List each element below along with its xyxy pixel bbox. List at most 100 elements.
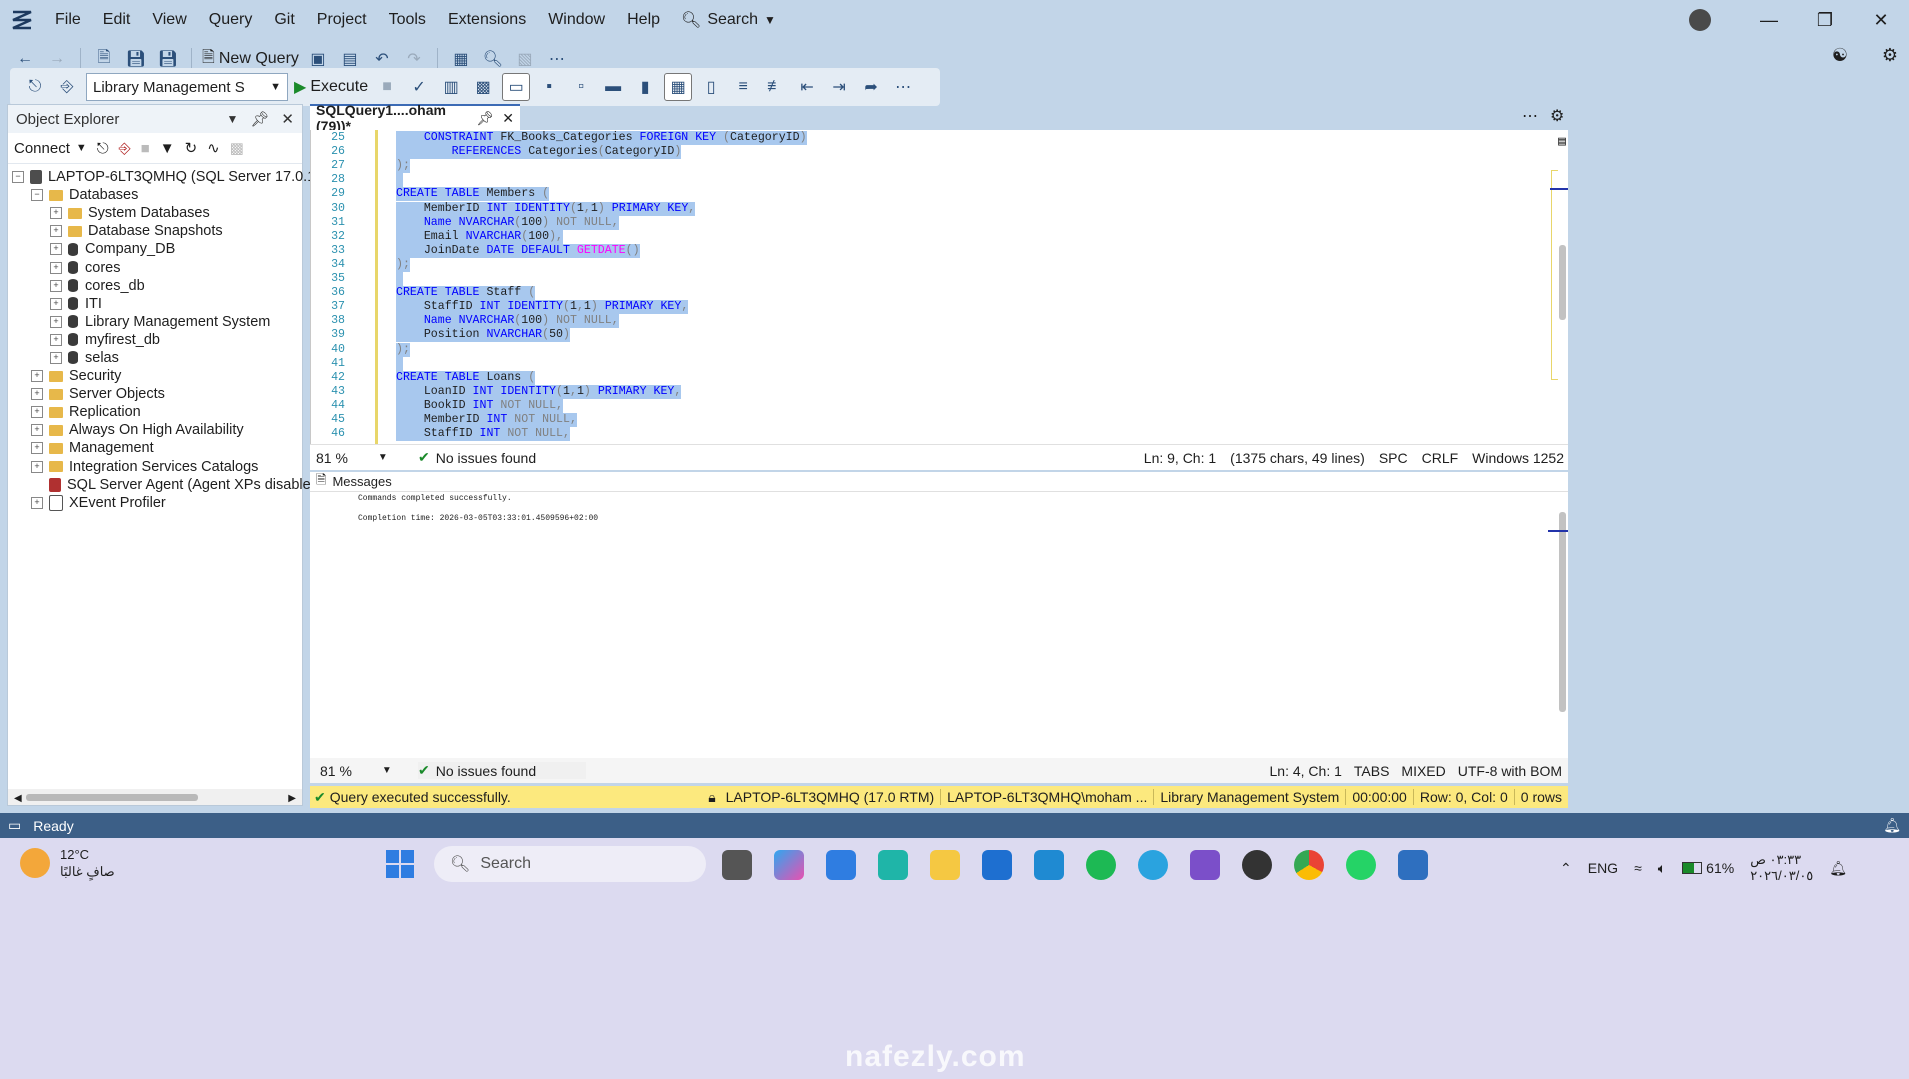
tree-node-company-db[interactable]: + Company_DB bbox=[12, 240, 302, 258]
live-stats-icon[interactable]: ▫ bbox=[568, 74, 594, 100]
visual-studio-icon[interactable] bbox=[1190, 850, 1220, 880]
tree-server-node[interactable]: − LAPTOP-6LT3QMHQ (SQL Server 17.0.1050.… bbox=[12, 168, 382, 186]
whatsapp-icon[interactable] bbox=[1346, 850, 1376, 880]
encoding-indicator[interactable]: UTF-8 with BOM bbox=[1458, 763, 1562, 779]
increase-indent-icon[interactable]: ⇥ bbox=[826, 74, 852, 100]
windows-start-icon[interactable] bbox=[386, 850, 414, 878]
zoom-dropdown[interactable]: 81 % ▼ bbox=[310, 450, 396, 466]
expand-icon[interactable]: + bbox=[50, 297, 62, 310]
menu-extensions[interactable]: Extensions bbox=[437, 0, 537, 40]
estimated-plan-icon[interactable]: ▥ bbox=[438, 74, 464, 100]
menu-project[interactable]: Project bbox=[306, 0, 378, 40]
split-icon[interactable]: ▤ bbox=[1558, 134, 1566, 149]
parse-checkmark-icon[interactable]: ✓ bbox=[406, 74, 432, 100]
notification-bell-icon[interactable]: 🔔︎ bbox=[1883, 817, 1901, 834]
uncomment-icon[interactable]: ≢ bbox=[762, 74, 788, 100]
issues-indicator[interactable]: ✔ No issues found bbox=[418, 449, 536, 466]
expand-icon[interactable]: + bbox=[31, 388, 43, 401]
comment-icon[interactable]: ≡ bbox=[730, 74, 756, 100]
restore-button[interactable]: ❐ bbox=[1797, 0, 1853, 40]
chevron-up-icon[interactable]: ⌃ bbox=[1560, 860, 1572, 877]
execute-button[interactable]: ▶ Execute bbox=[294, 77, 368, 97]
expand-icon[interactable]: + bbox=[50, 243, 62, 256]
battery-icon[interactable]: 61% bbox=[1682, 860, 1734, 876]
results-to-file-icon[interactable]: ▯ bbox=[698, 74, 724, 100]
menu-window[interactable]: Window bbox=[537, 0, 616, 40]
connect-plug-icon[interactable]: ⎋ bbox=[97, 140, 109, 157]
spacing-indicator[interactable]: SPC bbox=[1379, 450, 1408, 466]
disconnect-icon[interactable]: ⎆ bbox=[119, 140, 131, 157]
menu-tools[interactable]: Tools bbox=[378, 0, 437, 40]
collapse-icon[interactable]: − bbox=[31, 189, 43, 202]
telegram-icon[interactable] bbox=[1138, 850, 1168, 880]
filter-icon[interactable]: ▼ bbox=[160, 140, 175, 157]
query-options-icon[interactable]: ▩ bbox=[470, 74, 496, 100]
messages-pane[interactable]: Commands completed successfully. Completi… bbox=[310, 492, 1568, 760]
notification-icon[interactable]: 🔔︎ bbox=[1829, 860, 1847, 877]
results-to-text-icon[interactable]: ▮ bbox=[632, 74, 658, 100]
line-ending-indicator[interactable]: CRLF bbox=[1422, 450, 1459, 466]
minimize-button[interactable]: — bbox=[1741, 0, 1797, 40]
tree-node-selas[interactable]: + selas bbox=[12, 349, 302, 367]
menu-query[interactable]: Query bbox=[198, 0, 264, 40]
expand-icon[interactable]: + bbox=[50, 279, 62, 292]
vertical-scrollbar-thumb[interactable] bbox=[1559, 512, 1566, 712]
horizontal-scrollbar[interactable]: ◀ ▶ bbox=[8, 789, 302, 805]
expand-icon[interactable]: + bbox=[31, 496, 43, 509]
chevron-down-icon[interactable]: ▼ bbox=[226, 112, 238, 126]
spotify-icon[interactable] bbox=[1086, 850, 1116, 880]
close-icon[interactable]: ✕ bbox=[281, 110, 294, 128]
menu-view[interactable]: View bbox=[141, 0, 197, 40]
close-window-button[interactable]: ✕ bbox=[1853, 0, 1909, 40]
decrease-indent-icon[interactable]: ⇤ bbox=[794, 74, 820, 100]
tab-overflow-icon[interactable]: ⋯ bbox=[1522, 106, 1538, 126]
expand-icon[interactable]: + bbox=[31, 424, 43, 437]
pin-icon[interactable]: 📌︎ bbox=[250, 110, 269, 128]
language-indicator[interactable]: ENG bbox=[1588, 860, 1618, 876]
tree-node-management[interactable]: + Management bbox=[12, 439, 302, 457]
expand-icon[interactable]: + bbox=[50, 207, 62, 220]
activity-icon[interactable]: ∿ bbox=[207, 139, 220, 157]
specify-values-icon[interactable]: ➦ bbox=[858, 74, 884, 100]
results-to-grid-icon[interactable]: ▦ bbox=[664, 73, 693, 101]
tree-node-library-management-system[interactable]: + Library Management System bbox=[12, 313, 302, 331]
tree-node-cores-db[interactable]: + cores_db bbox=[12, 277, 302, 295]
close-tab-icon[interactable]: ✕ bbox=[502, 110, 514, 127]
menu-git[interactable]: Git bbox=[263, 0, 305, 40]
tree-node-myfirest-db[interactable]: + myfirest_db bbox=[12, 331, 302, 349]
task-view-icon[interactable] bbox=[722, 850, 752, 880]
zoom-dropdown[interactable]: 81 % ▼ bbox=[310, 763, 400, 779]
settings-gear-icon[interactable]: ⚙ bbox=[1550, 106, 1564, 126]
expand-icon[interactable]: + bbox=[50, 315, 62, 328]
search-menu[interactable]: 🔍︎ Search ▼ bbox=[671, 10, 786, 30]
expand-icon[interactable]: + bbox=[31, 370, 43, 383]
sql-editor[interactable]: 25 CONSTRAINT FK_Books_Categories FOREIG… bbox=[310, 130, 1568, 444]
tree-node-replication[interactable]: + Replication bbox=[12, 403, 302, 421]
menu-help[interactable]: Help bbox=[616, 0, 671, 40]
connect-icon[interactable]: ⎋ bbox=[22, 74, 48, 100]
feedback-button[interactable]: ⚙ bbox=[1875, 40, 1905, 70]
vscode-icon[interactable] bbox=[1034, 850, 1064, 880]
tree-node-server-objects[interactable]: + Server Objects bbox=[12, 385, 302, 403]
tab-sqlquery1[interactable]: SQLQuery1....oham (79))* 📌︎ ✕ bbox=[310, 102, 520, 134]
scrollbar-thumb[interactable] bbox=[26, 794, 198, 801]
encoding-indicator[interactable]: Windows 1252 bbox=[1472, 450, 1564, 466]
volume-icon[interactable]: 🔈︎ bbox=[1658, 860, 1666, 877]
wifi-icon[interactable]: ≈ bbox=[1634, 860, 1642, 876]
clock[interactable]: ٠٣:٣٣ ص ٢٠٢٦/٠٣/٠٥ bbox=[1750, 852, 1813, 884]
tree-node-system-databases[interactable]: + System Databases bbox=[12, 204, 302, 222]
tabs-indicator[interactable]: TABS bbox=[1354, 763, 1390, 779]
expand-icon[interactable]: + bbox=[31, 460, 43, 473]
edge-icon[interactable] bbox=[878, 850, 908, 880]
expand-icon[interactable]: + bbox=[50, 333, 62, 346]
pin-icon[interactable]: 📌︎ bbox=[476, 110, 494, 127]
stop-icon[interactable]: ■ bbox=[374, 74, 400, 100]
tree-node-xevent-profiler[interactable]: + XEvent Profiler bbox=[12, 494, 302, 512]
more-options-icon[interactable]: ⋯ bbox=[890, 74, 916, 100]
tree-node-database-snapshots[interactable]: + Database Snapshots bbox=[12, 222, 302, 240]
menu-file[interactable]: File bbox=[44, 0, 92, 40]
expand-icon[interactable]: + bbox=[31, 406, 43, 419]
actual-plan-icon[interactable]: ▪ bbox=[536, 74, 562, 100]
expand-icon[interactable]: + bbox=[50, 351, 62, 364]
copilot-icon[interactable] bbox=[774, 850, 804, 880]
